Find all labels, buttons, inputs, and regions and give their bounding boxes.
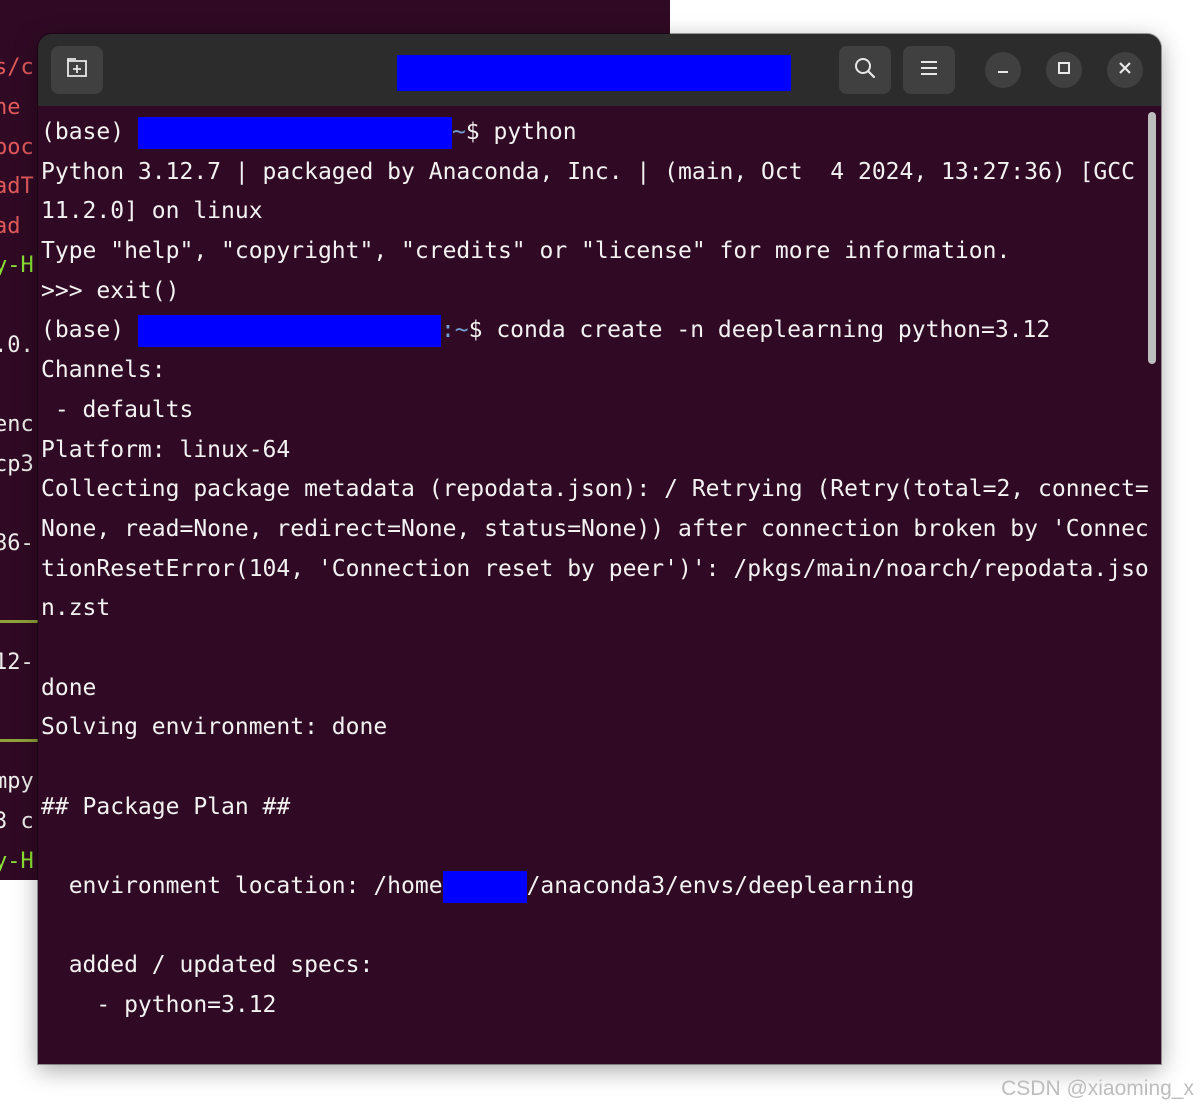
vertical-scrollbar[interactable] (1148, 112, 1156, 364)
menu-button[interactable] (903, 46, 955, 94)
close-icon (1117, 60, 1133, 80)
maximize-button[interactable] (1046, 52, 1082, 88)
minimize-button[interactable] (985, 52, 1021, 88)
terminal-line: Type "help", "copyright", "credits" or "… (41, 238, 1011, 265)
bg-text-fragment: 3 c (0, 809, 34, 834)
close-button[interactable] (1107, 52, 1143, 88)
bg-text-fragment: 86- (0, 531, 34, 556)
new-tab-icon (65, 56, 89, 84)
bg-text-fragment: adT (0, 174, 34, 199)
prompt-prefix: (base) (41, 317, 138, 344)
bg-text-fragment: ad (0, 214, 21, 239)
title-bar[interactable] (38, 34, 1161, 106)
bg-text-fragment: cp3 (0, 452, 34, 477)
prompt-path: :~ (440, 317, 469, 344)
maximize-icon (1056, 60, 1072, 80)
terminal-line: ## Package Plan ## (41, 793, 291, 820)
terminal-line: Solving environment: done (41, 714, 388, 741)
command-text: $ python (465, 119, 577, 145)
redacted-username (442, 870, 527, 903)
env-location-suffix: /anaconda3/envs/deeplearning (526, 873, 915, 900)
terminal-line: (base) :~$ conda create -n deeplearning … (41, 311, 1141, 351)
bg-text-fragment: mpy (0, 769, 34, 794)
search-icon (853, 56, 877, 84)
terminal-line: n.zst (41, 595, 111, 622)
redacted-username (137, 116, 452, 149)
terminal-output[interactable]: (base) ~$ python Python 3.12.7 | package… (41, 113, 1149, 1026)
terminal-line: (base) ~$ python (41, 113, 1141, 153)
bg-text-fragment: s/c (0, 55, 34, 80)
prompt-prefix: (base) (41, 119, 138, 145)
bg-text-fragment: .0. (0, 333, 34, 358)
terminal-line: - defaults (41, 396, 194, 423)
terminal-line: added / updated specs: (41, 952, 374, 979)
bg-progress-bar (0, 620, 38, 623)
terminal-line: None, read=None, redirect=None, status=N… (41, 515, 1149, 542)
prompt-path: ~ (451, 119, 466, 145)
bg-text-fragment: y-H (0, 849, 34, 874)
new-tab-button[interactable] (51, 46, 103, 94)
terminal-line: >>> exit() (41, 277, 180, 304)
redacted-username (137, 314, 441, 347)
terminal-line: Channels: (41, 357, 166, 384)
terminal-window[interactable]: (base) ~$ python Python 3.12.7 | package… (38, 34, 1161, 1064)
bg-text-fragment: y-H (0, 253, 34, 278)
bg-text-fragment: 12- (0, 650, 34, 675)
terminal-line: Platform: linux-64 (41, 436, 291, 463)
window-title-redacted (397, 55, 791, 91)
terminal-line: Collecting package metadata (repodata.js… (41, 476, 1149, 503)
watermark: CSDN @xiaoming_x (1001, 1077, 1194, 1100)
minimize-icon (995, 60, 1011, 80)
terminal-line: done (41, 674, 97, 701)
terminal-line: Python 3.12.7 | packaged by Anaconda, In… (41, 158, 1135, 185)
command-text: $ conda create -n deeplearning python=3.… (468, 317, 1051, 344)
terminal-line: 11.2.0] on linux (41, 198, 263, 225)
hamburger-menu-icon (919, 59, 939, 81)
terminal-line: environment location: /home/anaconda3/en… (41, 867, 1141, 907)
bg-text-fragment: ne (0, 95, 21, 120)
env-location-prefix: environment location: /home (41, 873, 443, 900)
terminal-line: tionResetError(104, 'Connection reset by… (41, 555, 1149, 582)
bg-text-fragment: poc (0, 135, 34, 160)
search-button[interactable] (839, 46, 891, 94)
bg-progress-bar (0, 739, 38, 742)
bg-text-fragment: enc (0, 412, 34, 437)
terminal-line: - python=3.12 (41, 992, 277, 1019)
